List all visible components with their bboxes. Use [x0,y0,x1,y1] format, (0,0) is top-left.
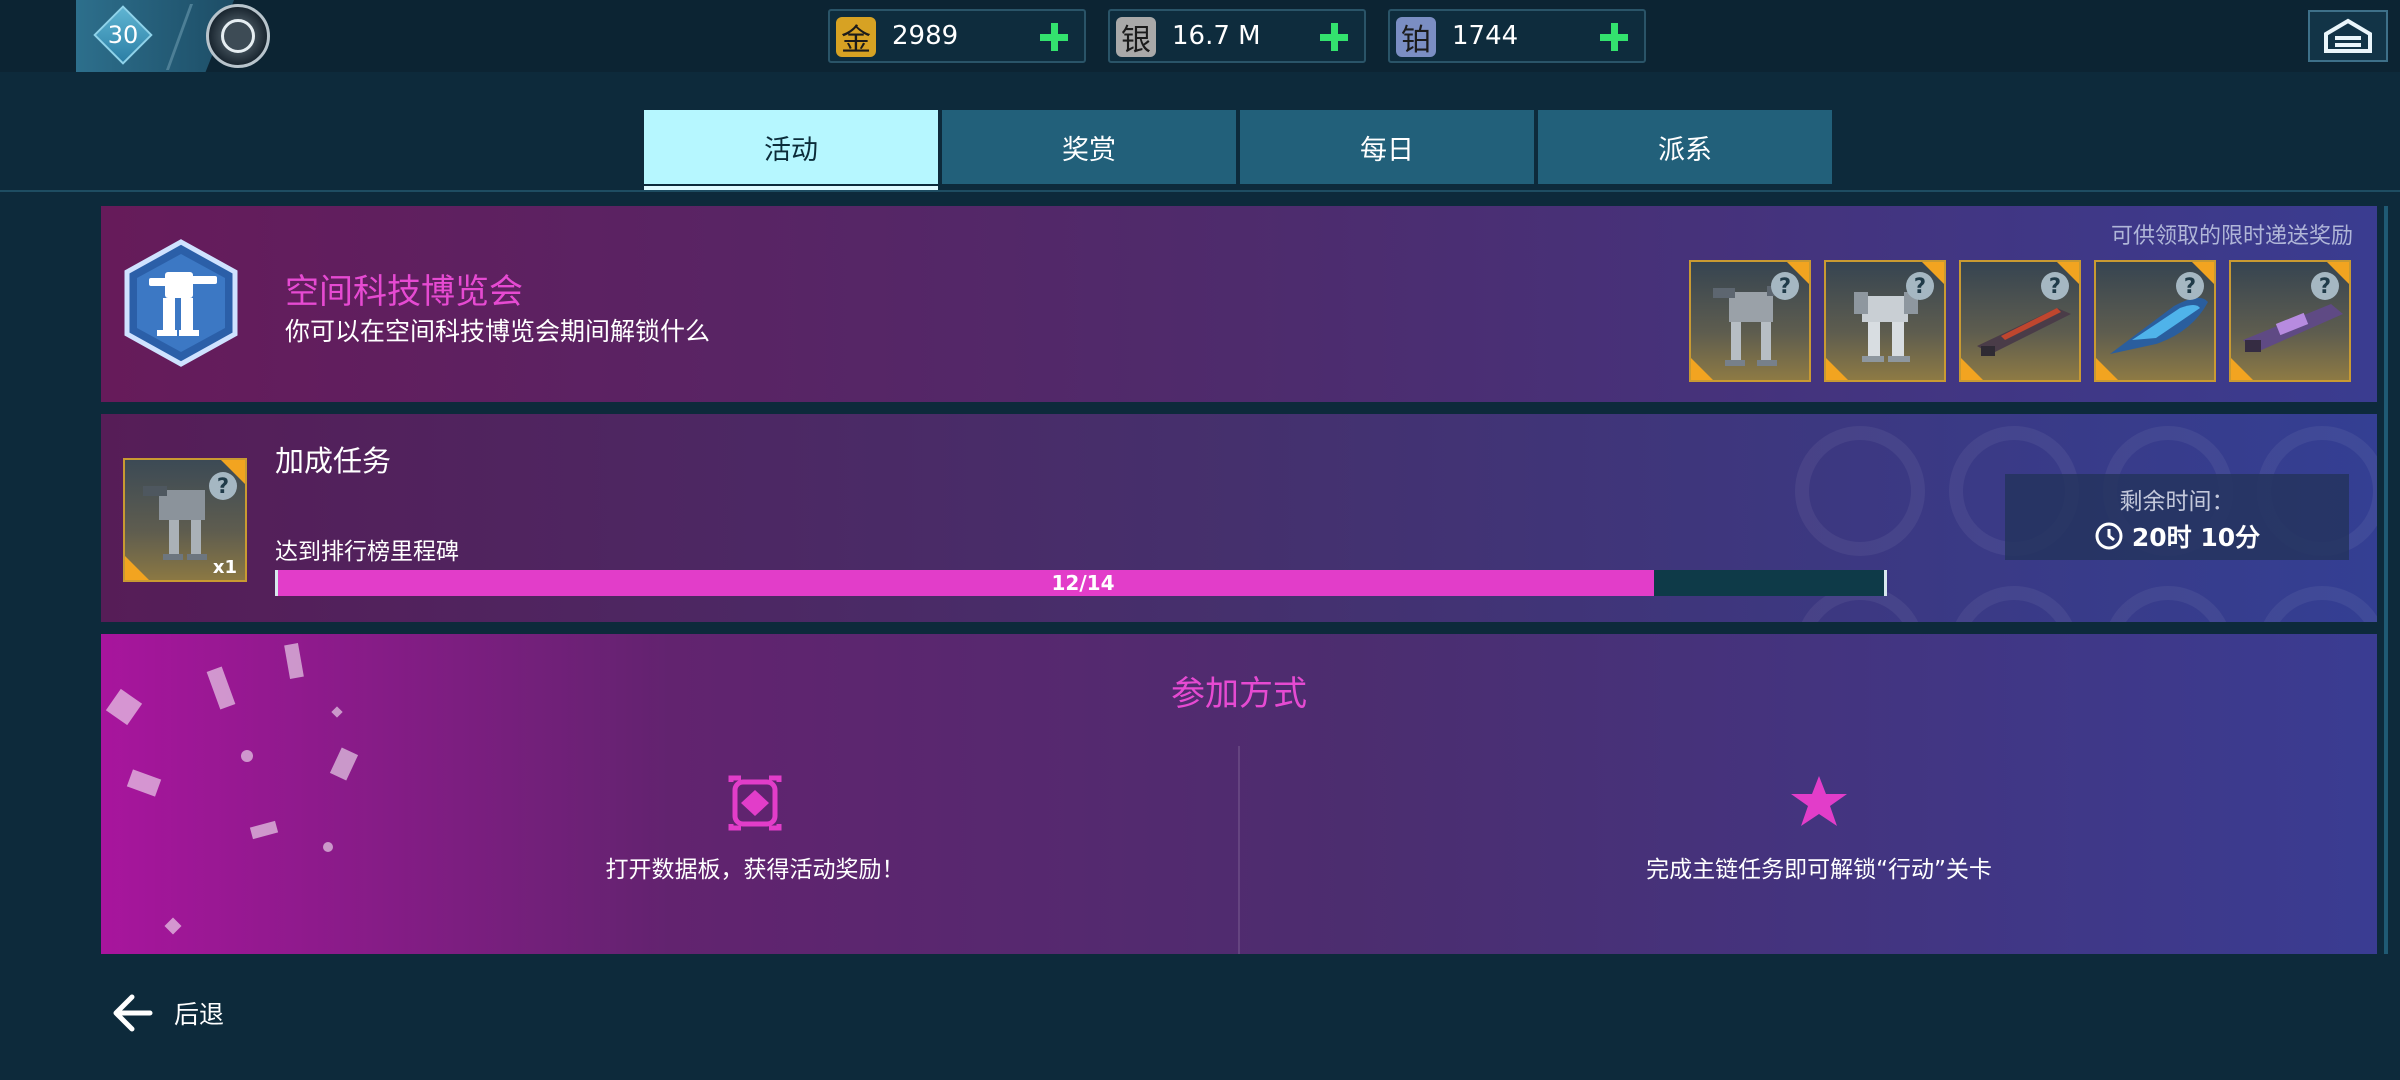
info-icon[interactable]: ? [209,472,237,500]
progress-text: 12/14 [1051,571,1115,595]
silver-value: 16.7 M [1172,21,1261,51]
how-text: 打开数据板，获得活动奖励！ [605,857,905,883]
platinum-currency: 铂 1744 [1388,9,1646,63]
info-icon[interactable]: ? [2041,272,2069,300]
back-button[interactable]: 后退 [110,988,224,1038]
rank-icon[interactable] [206,4,270,68]
arrow-left-icon [113,994,153,1032]
info-icon[interactable]: ? [1906,272,1934,300]
platinum-value: 1744 [1452,21,1519,51]
gold-value: 2989 [892,21,959,51]
hangar-icon [2324,18,2372,53]
confetti [249,820,279,840]
confetti [126,769,162,797]
top-bar: 30 金 2989 银 16.7 M 铂 1744 [0,0,2400,72]
level-badge[interactable]: 30 [96,8,150,62]
tab-rewards[interactable]: 奖赏 [942,110,1236,184]
clock-icon [2095,522,2123,550]
event-title: 空间科技博览会 [285,272,523,312]
how-item-mission: 完成主链任务即可解锁“行动”关卡 [1369,772,2269,884]
logo-watermark [1949,586,2079,622]
column-divider [1238,746,1240,954]
task-progress-bar: 12/14 [275,570,1887,596]
bonus-task-panel: ? x1 加成任务 达到排行榜里程碑 12/14 剩余时间： 20时 10分 [101,414,2377,622]
tab-events[interactable]: 活动 [644,110,938,184]
how-text: 完成主链任务即可解锁“行动”关卡 [1646,857,1992,883]
logo-watermark [2103,586,2233,622]
silver-currency: 银 16.7 M [1108,9,1366,63]
confetti [164,917,182,935]
confetti [241,750,253,762]
gold-icon: 金 [836,17,876,58]
task-reward-item[interactable]: ? x1 [123,458,247,582]
hangar-button[interactable] [2308,10,2388,62]
rewards-caption: 可供领取的限时递送奖励 [2110,224,2353,249]
timer-value: 20时 10分 [2131,523,2261,552]
add-platinum-button[interactable] [1594,15,1634,59]
task-objective: 达到排行榜里程碑 [275,539,459,565]
star-icon [1791,776,1847,826]
level-number: 30 [107,21,139,49]
add-gold-button[interactable] [1034,15,1074,59]
back-label: 后退 [174,1000,225,1029]
reward-item[interactable]: ? [1959,260,2081,382]
gold-currency: 金 2989 [828,9,1086,63]
how-item-datapad: 打开数据板，获得活动奖励！ [305,772,1205,884]
silver-icon: 银 [1116,17,1156,58]
logo-watermark [2257,586,2377,622]
add-silver-button[interactable] [1314,15,1354,59]
event-description: 你可以在空间科技博览会期间解锁什么 [285,317,711,346]
robot-emblem-icon [124,239,238,367]
info-icon[interactable]: ? [2176,272,2204,300]
timer-box: 剩余时间： 20时 10分 [2005,474,2349,560]
reward-item[interactable]: ? [1689,260,1811,382]
task-title: 加成任务 [275,444,392,478]
how-to-participate-panel: 参加方式 打开数据板，获得活动奖励！ 完成主链任务即可解锁“行动”关卡 [101,634,2377,954]
info-icon[interactable]: ? [1771,272,1799,300]
tab-daily[interactable]: 每日 [1240,110,1534,184]
platinum-icon: 铂 [1396,17,1436,58]
reward-item[interactable]: ? [1824,260,1946,382]
reward-item[interactable]: ? [2094,260,2216,382]
reward-quantity: x1 [212,557,237,578]
info-icon[interactable]: ? [2311,272,2339,300]
tab-bar: 活动 奖赏 每日 派系 [644,110,1832,184]
tab-divider [0,190,2400,192]
scrollbar[interactable] [2384,206,2388,954]
data-pad-icon [728,775,782,831]
logo-watermark [1795,426,1925,556]
reward-item[interactable]: ? [2229,260,2351,382]
timer-label: 剩余时间： [2119,489,2235,515]
how-title: 参加方式 [1171,674,1307,714]
tab-faction[interactable]: 派系 [1538,110,1832,184]
event-banner: 空间科技博览会 你可以在空间科技博览会期间解锁什么 可供领取的限时递送奖励 ? … [101,206,2377,402]
